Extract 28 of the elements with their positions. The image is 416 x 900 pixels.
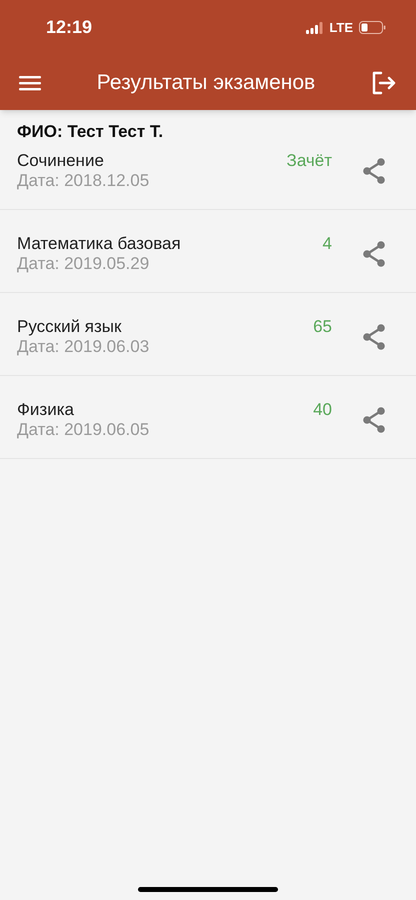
- exam-score: 65: [313, 317, 332, 337]
- signal-icon: [306, 22, 324, 34]
- result-row[interactable]: Русский язык Дата: 2019.06.03 65: [0, 293, 416, 376]
- share-icon[interactable]: [362, 324, 386, 350]
- menu-icon: [19, 74, 41, 90]
- exam-score: Зачёт: [286, 151, 332, 171]
- battery-icon: [359, 21, 386, 34]
- subject-name: Физика: [17, 400, 75, 420]
- logout-icon: [371, 70, 397, 94]
- result-row[interactable]: Математика базовая Дата: 2019.05.29 4: [0, 210, 416, 293]
- network-label: LTE: [329, 18, 353, 37]
- exam-date: Дата: 2019.06.05: [17, 420, 150, 440]
- exam-score: 4: [322, 234, 332, 254]
- result-row[interactable]: Сочинение Дата: 2018.12.05 Зачёт: [0, 145, 416, 210]
- status-time: 12:19: [46, 16, 92, 39]
- subject-name: Русский язык: [17, 317, 122, 337]
- exam-date: Дата: 2019.05.29: [17, 254, 150, 274]
- result-row[interactable]: Физика Дата: 2019.06.05 40: [0, 376, 416, 459]
- exam-score: 40: [313, 400, 332, 420]
- screen-title: Результаты экзаменов: [96, 70, 316, 96]
- exam-date: Дата: 2018.12.05: [17, 171, 150, 191]
- subject-name: Сочинение: [17, 151, 105, 171]
- share-icon[interactable]: [362, 158, 386, 184]
- share-icon[interactable]: [362, 407, 386, 433]
- share-icon[interactable]: [362, 241, 386, 267]
- subject-name: Математика базовая: [17, 234, 182, 254]
- exam-date: Дата: 2019.06.03: [17, 337, 150, 357]
- student-name: ФИО: Тест Тест Т.: [17, 122, 164, 141]
